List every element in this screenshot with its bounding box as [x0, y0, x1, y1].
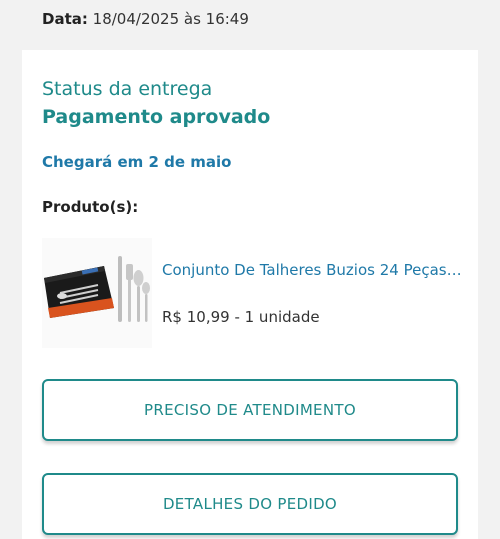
order-date-strip: Data: 18/04/2025 às 16:49: [22, 0, 478, 50]
delivery-status-heading: Status da entrega: [42, 78, 213, 100]
product-name-link[interactable]: Conjunto De Talheres Buzios 24 Peças Tra…: [162, 261, 462, 279]
product-image[interactable]: [42, 238, 152, 348]
order-date-value: 18/04/2025 às 16:49: [92, 10, 249, 28]
arrival-estimate: Chegará em 2 de maio: [42, 153, 232, 171]
products-label: Produto(s):: [42, 198, 139, 216]
cutlery-set-product-image: [44, 256, 150, 322]
delivery-status-value: Pagamento aprovado: [42, 106, 271, 128]
order-date: Data: 18/04/2025 às 16:49: [42, 10, 249, 28]
order-date-label: Data:: [42, 10, 88, 28]
product-price-quantity: R$ 10,99 - 1 unidade: [162, 308, 320, 326]
order-details-button[interactable]: DETALHES DO PEDIDO: [42, 473, 458, 535]
order-card: Data: 18/04/2025 às 16:49 Status da entr…: [22, 0, 478, 539]
support-button[interactable]: PRECISO DE ATENDIMENTO: [42, 379, 458, 441]
